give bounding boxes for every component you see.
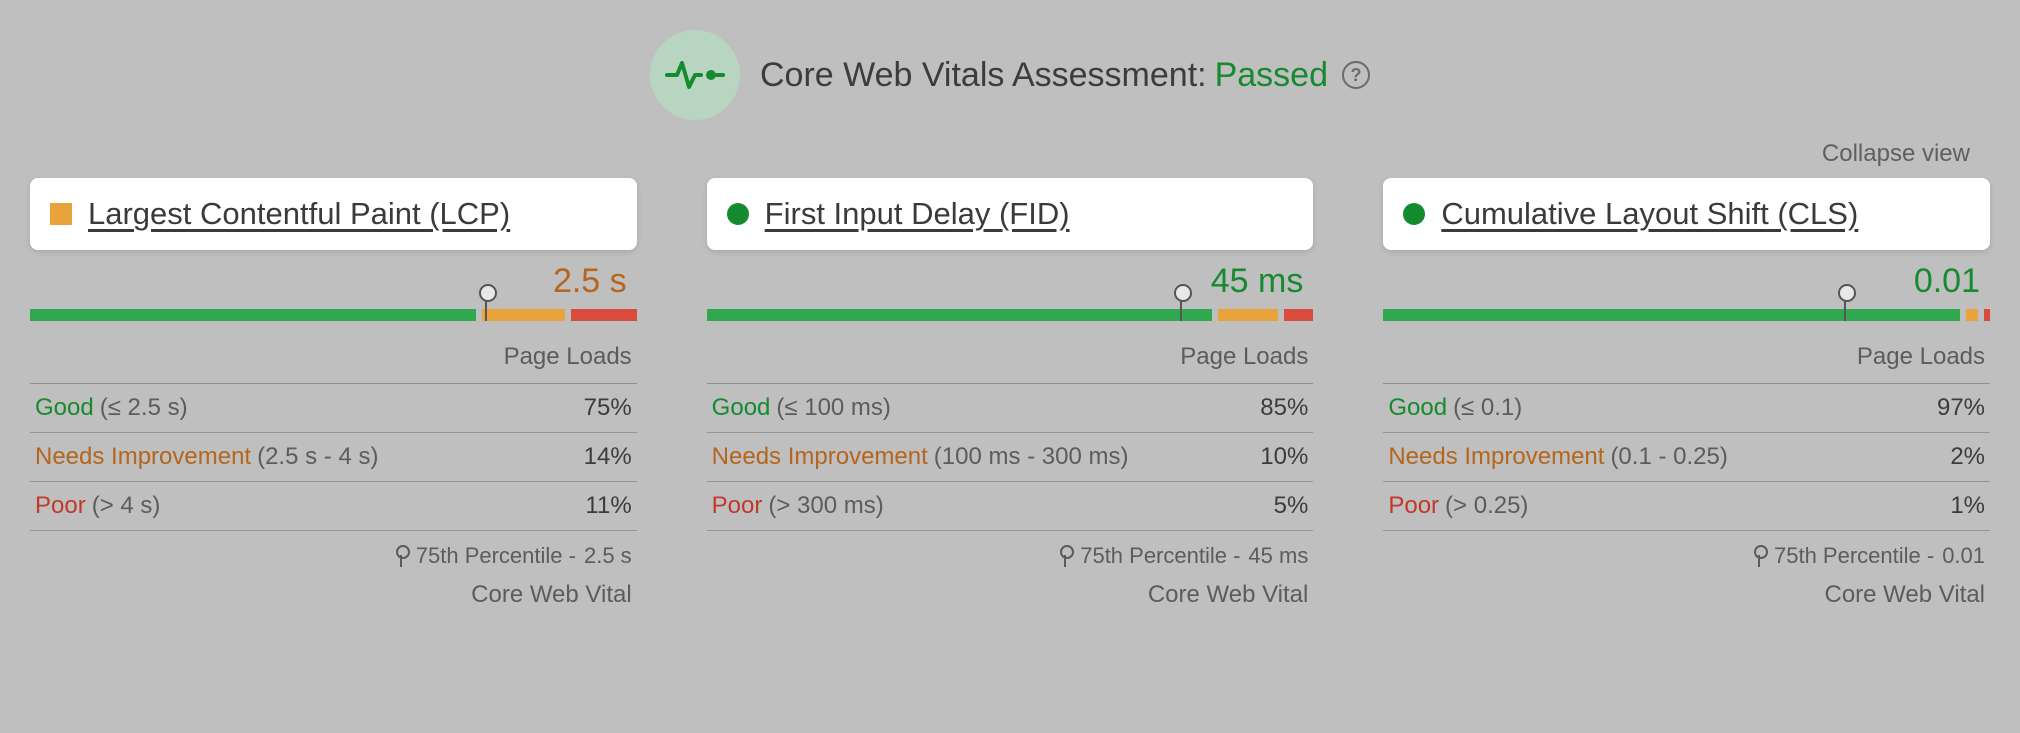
dist-row-ni: Needs Improvement(2.5 s - 4 s) 14% <box>30 433 637 482</box>
percentile-marker-icon <box>1844 293 1846 321</box>
bar-ni-segment <box>1218 309 1277 321</box>
dist-row-poor: Poor(> 0.25) 1% <box>1383 482 1990 531</box>
metric-value: 0.01 <box>1383 250 1990 309</box>
dist-row-good: Good(≤ 100 ms) 85% <box>707 384 1314 433</box>
page-loads-header: Page Loads <box>707 335 1314 384</box>
status-indicator-icon <box>1403 203 1425 225</box>
percentile-label: 75th Percentile - 45 ms <box>707 531 1314 573</box>
page-loads-header: Page Loads <box>1383 335 1990 384</box>
assessment-header: Core Web Vitals Assessment: Passed ? <box>0 0 2020 120</box>
dist-row-poor: Poor(> 4 s) 11% <box>30 482 637 531</box>
metric-title-link[interactable]: First Input Delay (FID) <box>765 196 1070 232</box>
status-indicator-icon <box>727 203 749 225</box>
dist-row-ni: Needs Improvement(0.1 - 0.25) 2% <box>1383 433 1990 482</box>
bar-poor-segment <box>1984 309 1990 321</box>
dist-row-ni: Needs Improvement(100 ms - 300 ms) 10% <box>707 433 1314 482</box>
metric-value: 45 ms <box>707 250 1314 309</box>
metric-header-lcp: Largest Contentful Paint (LCP) <box>30 178 637 250</box>
assessment-status: Passed <box>1215 56 1328 95</box>
metric-value: 2.5 s <box>30 250 637 309</box>
core-web-vital-label: Core Web Vital <box>1383 573 1990 609</box>
status-indicator-icon <box>50 203 72 225</box>
percentile-key-icon <box>1752 545 1766 567</box>
distribution-bar <box>707 309 1314 325</box>
bar-good-segment <box>30 309 476 321</box>
vitals-pulse-icon <box>650 30 740 120</box>
bar-poor-segment <box>571 309 636 321</box>
metrics-row: Largest Contentful Paint (LCP) 2.5 s Pag… <box>0 178 2020 609</box>
metric-card-fid: First Input Delay (FID) 45 ms Page Loads… <box>707 178 1314 609</box>
percentile-label: 75th Percentile - 2.5 s <box>30 531 637 573</box>
assessment-title: Core Web Vitals Assessment: <box>760 56 1207 95</box>
metric-header-fid: First Input Delay (FID) <box>707 178 1314 250</box>
core-web-vital-label: Core Web Vital <box>30 573 637 609</box>
page-loads-header: Page Loads <box>30 335 637 384</box>
percentile-key-icon <box>394 545 408 567</box>
metric-card-lcp: Largest Contentful Paint (LCP) 2.5 s Pag… <box>30 178 637 609</box>
distribution-bar <box>30 309 637 325</box>
help-icon[interactable]: ? <box>1342 61 1370 89</box>
dist-row-poor: Poor(> 300 ms) 5% <box>707 482 1314 531</box>
collapse-view-link[interactable]: Collapse view <box>0 120 2020 178</box>
bar-ni-segment <box>482 309 565 321</box>
percentile-marker-icon <box>1180 293 1182 321</box>
bar-ni-segment <box>1966 309 1978 321</box>
core-web-vital-label: Core Web Vital <box>707 573 1314 609</box>
percentile-marker-icon <box>485 293 487 321</box>
metric-header-cls: Cumulative Layout Shift (CLS) <box>1383 178 1990 250</box>
dist-row-good: Good(≤ 0.1) 97% <box>1383 384 1990 433</box>
bar-good-segment <box>1383 309 1960 321</box>
distribution-bar <box>1383 309 1990 325</box>
metric-card-cls: Cumulative Layout Shift (CLS) 0.01 Page … <box>1383 178 1990 609</box>
bar-poor-segment <box>1284 309 1314 321</box>
metric-title-link[interactable]: Largest Contentful Paint (LCP) <box>88 196 510 232</box>
dist-row-good: Good(≤ 2.5 s) 75% <box>30 384 637 433</box>
percentile-label: 75th Percentile - 0.01 <box>1383 531 1990 573</box>
metric-title-link[interactable]: Cumulative Layout Shift (CLS) <box>1441 196 1858 232</box>
bar-good-segment <box>707 309 1212 321</box>
percentile-key-icon <box>1058 545 1072 567</box>
